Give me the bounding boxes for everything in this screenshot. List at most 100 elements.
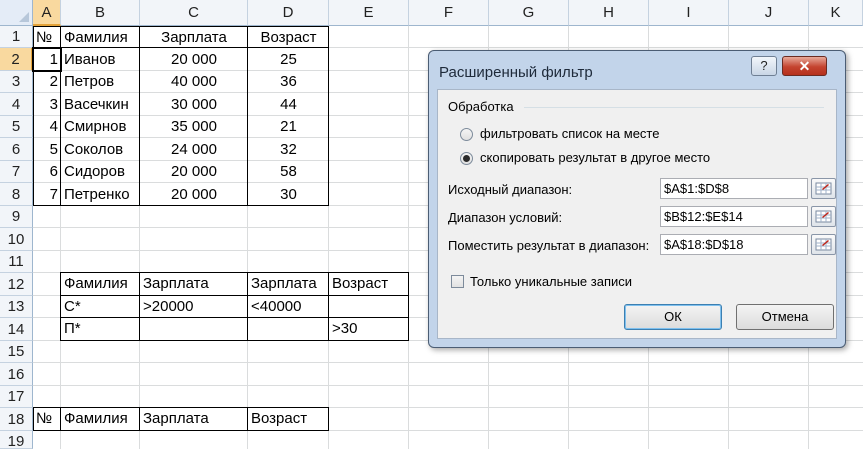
table-cell[interactable]: 21 [248,116,329,138]
column-header-j[interactable]: J [729,0,809,26]
gridline [33,385,863,386]
criteria-cell[interactable] [329,296,409,318]
range-select-icon [815,238,832,251]
select-all-corner[interactable] [0,0,33,26]
table-cell[interactable]: 20 000 [140,184,248,206]
cancel-button[interactable]: Отмена [736,304,834,330]
copy-to-location-radio[interactable] [460,152,473,165]
criteria-cell[interactable]: >20000 [140,296,248,318]
row-header-5[interactable]: 5 [0,116,33,138]
row-header-12[interactable]: 12 [0,273,33,296]
row-header-11[interactable]: 11 [0,251,33,273]
criteria-header-cell[interactable]: Зарплата [140,273,248,295]
table-cell[interactable]: 32 [248,139,329,161]
criteria-cell[interactable] [140,318,248,340]
table-header-cell[interactable]: № [33,27,61,47]
output-header-cell[interactable]: Фамилия [61,408,140,430]
row-header-14[interactable]: 14 [0,318,33,341]
table-cell[interactable]: Васечкин [61,94,140,116]
output-header-cell[interactable]: № [33,408,61,430]
table-cell[interactable]: 2 [33,71,61,93]
row-header-2[interactable]: 2 [0,48,33,71]
table-cell[interactable]: 36 [248,71,329,93]
table-cell[interactable]: 4 [33,116,61,138]
row-header-15[interactable]: 15 [0,341,33,363]
filter-in-place-label[interactable]: фильтровать список на месте [480,126,659,141]
row-header-16[interactable]: 16 [0,363,33,386]
table-cell[interactable]: Петренко [61,184,140,206]
unique-records-label[interactable]: Только уникальные записи [470,274,632,289]
source-range-collapse-button[interactable] [811,178,836,199]
criteria-cell[interactable]: С* [61,296,140,318]
row-header-1[interactable]: 1 [0,26,33,48]
table-header-cell[interactable]: Зарплата [140,27,248,47]
advanced-filter-dialog: Расширенный фильтр ? ✕ Обработка фильтро… [428,50,846,348]
table-cell[interactable]: 44 [248,94,329,116]
row-header-6[interactable]: 6 [0,138,33,161]
table-cell[interactable]: Петров [61,71,140,93]
criteria-header-cell[interactable]: Зарплата [248,273,329,295]
table-cell[interactable]: 6 [33,161,61,183]
output-header-cell[interactable]: Возраст [248,408,329,430]
table-cell[interactable]: 35 000 [140,116,248,138]
table-cell[interactable]: 40 000 [140,71,248,93]
table-cell[interactable]: 30 000 [140,94,248,116]
ok-button[interactable]: ОК [624,304,722,330]
criteria-cell[interactable]: П* [61,318,140,340]
copy-to-location-label[interactable]: скопировать результат в другое место [480,150,710,165]
output-header-cell[interactable]: Зарплата [140,408,248,430]
help-button[interactable]: ? [751,56,777,76]
table-cell[interactable]: 7 [33,184,61,206]
column-header-a[interactable]: A [33,0,61,26]
column-header-h[interactable]: H [569,0,649,26]
row-header-10[interactable]: 10 [0,228,33,251]
table-cell[interactable]: 58 [248,161,329,183]
column-header-k[interactable]: K [809,0,863,26]
criteria-header-cell[interactable]: Фамилия [61,273,140,295]
table-cell[interactable]: 20 000 [140,161,248,183]
row-header-7[interactable]: 7 [0,161,33,183]
source-range-input[interactable]: $A$1:$D$8 [660,178,808,199]
column-header-g[interactable]: G [489,0,569,26]
column-header-d[interactable]: D [248,0,329,26]
close-button[interactable]: ✕ [782,56,827,76]
criteria-cell[interactable]: <40000 [248,296,329,318]
table-cell[interactable]: 30 [248,184,329,206]
active-cell-cursor [32,47,62,72]
table-cell[interactable]: Смирнов [61,116,140,138]
table-cell[interactable]: Соколов [61,139,140,161]
column-header-e[interactable]: E [329,0,409,26]
column-header-b[interactable]: B [61,0,140,26]
table-header-cell[interactable]: Фамилия [61,27,140,47]
table-cell[interactable]: 3 [33,94,61,116]
output-range-collapse-button[interactable] [811,234,836,255]
row-header-13[interactable]: 13 [0,296,33,318]
output-range-label: Поместить результат в диапазон: [448,238,650,253]
column-header-i[interactable]: I [649,0,729,26]
filter-in-place-radio[interactable] [460,128,473,141]
column-header-f[interactable]: F [409,0,489,26]
row-header-17[interactable]: 17 [0,386,33,408]
criteria-range-input[interactable]: $B$12:$E$14 [660,206,808,227]
row-header-3[interactable]: 3 [0,71,33,93]
criteria-cell[interactable] [248,318,329,340]
table-cell[interactable]: 24 000 [140,139,248,161]
table-header-cell[interactable]: Возраст [248,27,329,47]
unique-records-checkbox[interactable] [451,275,464,288]
table-cell[interactable]: Сидоров [61,161,140,183]
criteria-header-cell[interactable]: Возраст [329,273,409,295]
criteria-cell[interactable]: >30 [329,318,409,340]
table-cell[interactable]: Иванов [61,49,140,71]
row-header-8[interactable]: 8 [0,183,33,206]
row-header-19[interactable]: 19 [0,431,33,450]
row-header-9[interactable]: 9 [0,206,33,228]
table-cell[interactable]: 5 [33,139,61,161]
table-cell[interactable]: 25 [248,49,329,71]
row-header-4[interactable]: 4 [0,93,33,116]
output-range-input[interactable]: $A$18:$D$18 [660,234,808,255]
row-header-18[interactable]: 18 [0,408,33,431]
criteria-range-label: Диапазон условий: [448,210,563,225]
column-header-c[interactable]: C [140,0,248,26]
table-cell[interactable]: 20 000 [140,49,248,71]
criteria-range-collapse-button[interactable] [811,206,836,227]
